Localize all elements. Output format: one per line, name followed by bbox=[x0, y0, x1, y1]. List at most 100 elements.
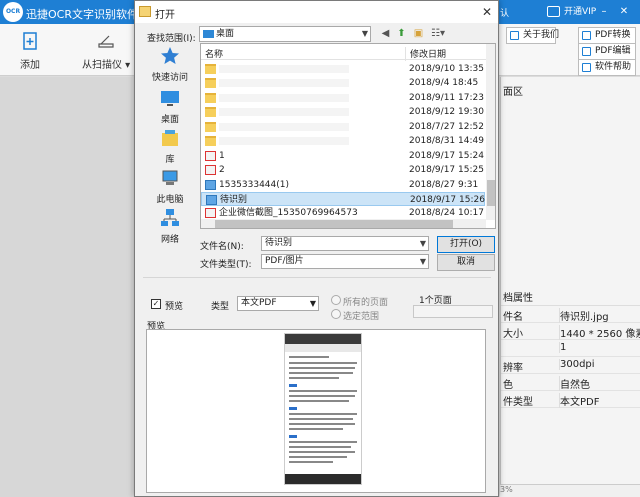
place-network[interactable]: 网络 bbox=[142, 207, 198, 245]
about-button[interactable]: 关于我们 bbox=[506, 27, 559, 44]
view-menu-icon[interactable]: ☷▾ bbox=[427, 26, 449, 41]
file-row[interactable]: 2 2018/9/17 15:25 bbox=[201, 163, 485, 177]
chevron-down-icon: ▼ bbox=[361, 29, 368, 38]
pdf-file-icon bbox=[205, 165, 216, 175]
all-pages-radio[interactable] bbox=[331, 295, 341, 305]
computer-icon bbox=[162, 170, 178, 185]
library-icon bbox=[162, 130, 178, 146]
filename-label: 文件名(N): bbox=[200, 242, 244, 252]
divider bbox=[143, 277, 491, 278]
new-folder-icon[interactable]: ▣ bbox=[411, 26, 426, 41]
monitor-icon bbox=[547, 6, 560, 17]
place-quick-access[interactable]: 快速访问 bbox=[142, 45, 198, 83]
minimize-icon[interactable]: – bbox=[598, 6, 610, 18]
login-link[interactable]: 认 bbox=[500, 6, 509, 19]
vip-label: 开通VIP bbox=[564, 7, 597, 17]
chevron-down-icon: ▼ bbox=[419, 257, 426, 266]
folder-icon bbox=[139, 6, 151, 17]
pdf-file-icon bbox=[205, 151, 216, 161]
filetype-label: 文件类型(T): bbox=[200, 260, 252, 270]
help-icon bbox=[582, 63, 591, 72]
file-list[interactable]: 名称 修改日期 2018/9/10 13:35 2018/9/4 18:45 2… bbox=[200, 43, 496, 229]
type-label: 类型 bbox=[211, 302, 230, 312]
file-row[interactable]: 2018/7/27 12:52 bbox=[201, 120, 485, 134]
preview-checkbox[interactable]: ✓ bbox=[151, 299, 161, 309]
pdf-edit-button[interactable]: PDF编辑 bbox=[578, 43, 636, 60]
column-name[interactable]: 名称 bbox=[205, 47, 223, 60]
scanner-icon bbox=[98, 35, 114, 48]
file-list-header: 名称 修改日期 bbox=[201, 44, 486, 61]
chevron-down-icon: ▼ bbox=[419, 239, 426, 248]
attr-row: 色自然色 bbox=[501, 374, 640, 391]
vertical-scrollbar[interactable] bbox=[486, 44, 495, 220]
attr-row: 1 bbox=[501, 340, 640, 357]
file-row[interactable]: 2018/9/10 13:35 bbox=[201, 62, 485, 76]
scan-button[interactable]: 从扫描仪 ▾ bbox=[82, 32, 130, 71]
page-range-input[interactable] bbox=[413, 305, 493, 318]
vertical-scroll-thumb[interactable] bbox=[487, 180, 495, 206]
dialog-close-button[interactable]: ✕ bbox=[479, 4, 495, 20]
zoom-status: 3% bbox=[500, 484, 640, 497]
app-workspace bbox=[0, 77, 132, 497]
filename-input[interactable]: 待识别 ▼ bbox=[261, 236, 429, 251]
file-row[interactable]: 1535333444(1) 2018/8/27 9:31 bbox=[201, 178, 485, 192]
up-folder-icon[interactable]: ⬆ bbox=[394, 26, 409, 41]
image-file-icon bbox=[206, 195, 217, 205]
folder-icon bbox=[205, 136, 216, 146]
attr-row: 件名 待识别.jpg bbox=[501, 306, 640, 323]
file-row[interactable]: 2018/9/11 17:23 bbox=[201, 91, 485, 105]
add-button[interactable]: 添加 bbox=[20, 32, 40, 71]
pdf-file-icon bbox=[205, 208, 216, 218]
image-file-icon bbox=[205, 180, 216, 190]
folder-icon bbox=[205, 107, 216, 117]
type-select[interactable]: 本文PDF ▼ bbox=[237, 296, 319, 311]
file-row[interactable]: 2018/8/31 14:49 bbox=[201, 134, 485, 148]
info-icon bbox=[510, 31, 519, 40]
file-row[interactable]: 1 2018/9/17 15:24 bbox=[201, 149, 485, 163]
close-app-icon[interactable]: ✕ bbox=[618, 6, 630, 18]
star-icon bbox=[161, 47, 179, 64]
help-button[interactable]: 软件帮助 bbox=[578, 59, 636, 76]
open-file-dialog: 打开 ✕ 查找范围(I): 桌面 ▼ ◀ ⬆ ▣ ☷▾ 快速访问 桌面 库 此电… bbox=[134, 0, 499, 497]
folder-icon bbox=[205, 93, 216, 103]
look-in-select[interactable]: 桌面 ▼ bbox=[199, 26, 371, 42]
file-row-selected[interactable]: 待识别 2018/9/17 15:26 bbox=[201, 192, 485, 206]
file-row[interactable]: 企业微信截图_15350769964573 2018/8/24 10:17 bbox=[201, 206, 485, 220]
desktop-folder-icon bbox=[203, 30, 214, 38]
dialog-title: 打开 bbox=[155, 10, 175, 21]
folder-icon bbox=[205, 64, 216, 74]
desktop-icon bbox=[161, 91, 179, 106]
attributes-header: 档属性 bbox=[501, 289, 640, 306]
pdf-convert-button[interactable]: PDF转换 bbox=[578, 27, 636, 44]
all-pages-label: 所有的页面 bbox=[343, 298, 389, 308]
vip-button[interactable]: 开通VIP bbox=[544, 3, 600, 21]
app-title: 迅捷OCR文字识别软件V bbox=[26, 8, 146, 21]
selected-range-radio[interactable] bbox=[331, 309, 341, 319]
chevron-down-icon: ▼ bbox=[309, 299, 316, 308]
app-right-panel: 面区 档属性 件名 待识别.jpg 大小 1440 * 2560 像素 1 辨率 30… bbox=[500, 77, 640, 497]
right-panel-header: 面区 bbox=[503, 87, 523, 98]
file-row[interactable]: 2018/9/4 18:45 bbox=[201, 76, 485, 90]
place-desktop[interactable]: 桌面 bbox=[142, 87, 198, 125]
add-label: 添加 bbox=[20, 60, 40, 71]
selected-range-label: 选定范围 bbox=[343, 312, 380, 322]
back-icon[interactable]: ◀ bbox=[378, 26, 393, 41]
edit-icon bbox=[582, 47, 591, 56]
cancel-button[interactable]: 取消 bbox=[437, 254, 495, 271]
horizontal-scrollbar[interactable] bbox=[201, 219, 486, 228]
attr-row: 辨率 300dpi bbox=[501, 357, 640, 374]
place-this-pc[interactable]: 此电脑 bbox=[142, 167, 198, 205]
filetype-select[interactable]: PDF/图片 ▼ bbox=[261, 254, 429, 269]
attr-row: 大小 1440 * 2560 像素 bbox=[501, 323, 640, 340]
add-file-icon bbox=[23, 32, 37, 50]
column-date[interactable]: 修改日期 bbox=[405, 47, 446, 61]
dialog-titlebar: 打开 ✕ bbox=[135, 1, 498, 23]
app-logo: OCR bbox=[3, 2, 23, 22]
horizontal-scroll-thumb[interactable] bbox=[215, 220, 453, 228]
place-library[interactable]: 库 bbox=[142, 127, 198, 165]
folder-icon bbox=[205, 78, 216, 88]
places-bar: 快速访问 桌面 库 此电脑 网络 bbox=[142, 43, 198, 245]
file-row[interactable]: 2018/9/12 19:30 bbox=[201, 105, 485, 119]
open-button[interactable]: 打开(O) bbox=[437, 236, 495, 253]
folder-icon bbox=[205, 122, 216, 132]
